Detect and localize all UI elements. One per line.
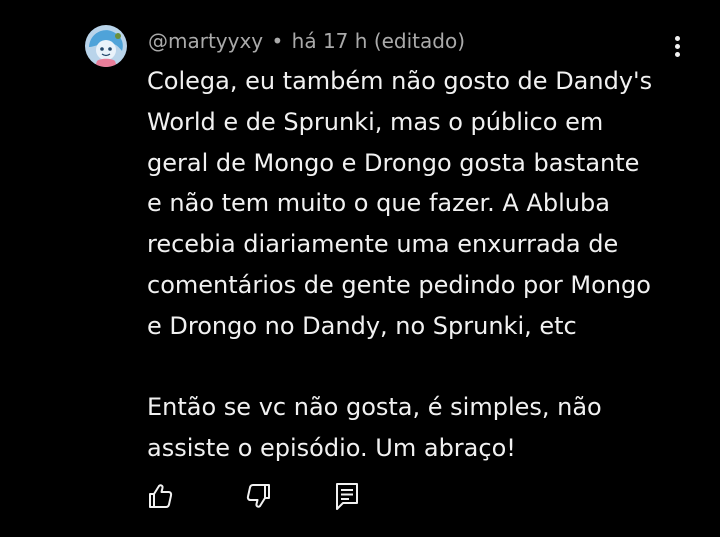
more-options-button[interactable] bbox=[666, 30, 690, 62]
like-button[interactable] bbox=[142, 478, 178, 514]
thumbs-up-icon bbox=[149, 484, 173, 508]
thumbs-down-icon bbox=[246, 484, 270, 508]
avatar[interactable] bbox=[85, 25, 127, 67]
avatar-image bbox=[85, 25, 127, 67]
edited-label: (editado) bbox=[373, 29, 466, 53]
author-name[interactable]: @martyyxy bbox=[148, 29, 263, 53]
reply-comment-icon bbox=[336, 483, 358, 510]
dislike-button[interactable] bbox=[241, 478, 277, 514]
header-separator: • bbox=[271, 29, 284, 53]
comment-header: @martyyxy • há 17 h (editado) bbox=[148, 27, 465, 55]
reply-button[interactable] bbox=[329, 478, 365, 514]
comment-time[interactable]: há 17 h bbox=[292, 29, 368, 53]
comment-text: Colega, eu também não gosto de Dandy's W… bbox=[147, 67, 653, 463]
